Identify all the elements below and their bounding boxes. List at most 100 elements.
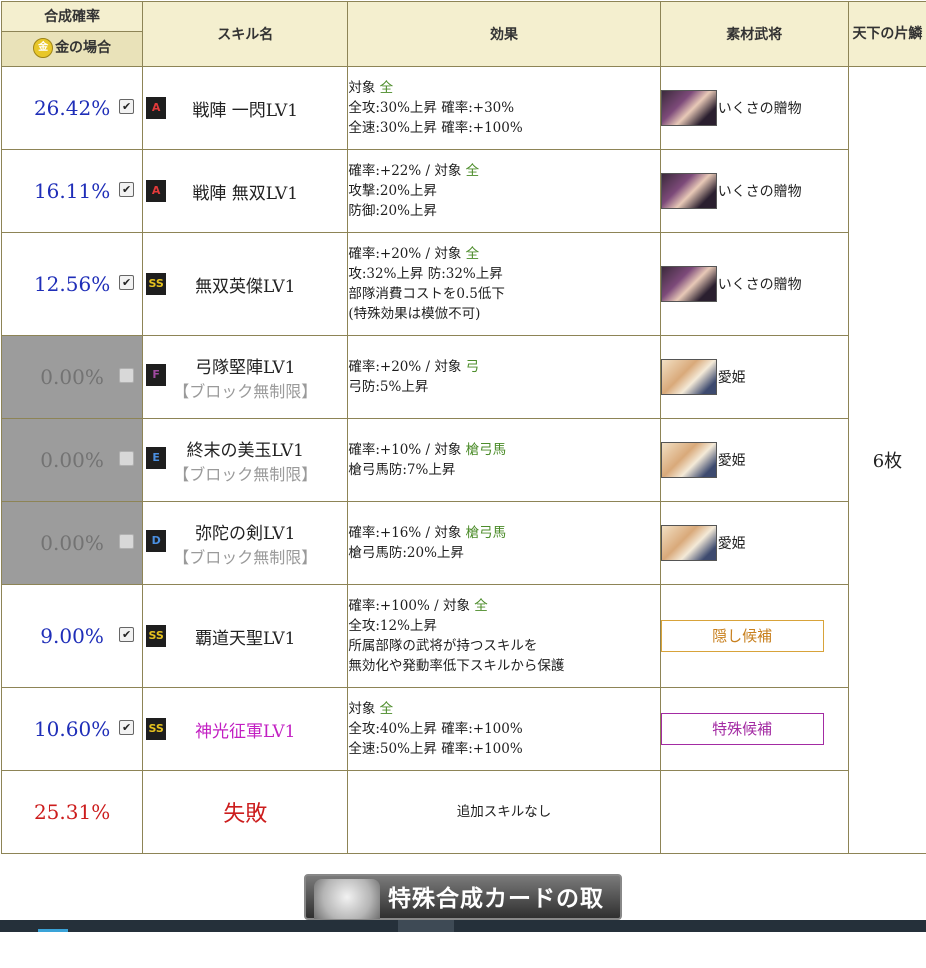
rate-cell: 25.31% <box>2 771 143 854</box>
effect-line: 部隊消費コストを0.5低下 <box>348 284 659 304</box>
effect-none: 追加スキルなし <box>348 802 659 822</box>
effect-text: 対象 <box>348 80 379 96</box>
grade-badge-icon: F <box>146 364 166 386</box>
general-portrait[interactable] <box>661 173 717 209</box>
rate-value: 0.00% <box>40 448 104 472</box>
material-cell <box>660 771 848 854</box>
table-row: 12.56%✔SS無双英傑LV1確率:+20% / 対象 全攻:32%上昇 防:… <box>2 233 926 336</box>
effect-line: 槍弓馬防:7%上昇 <box>348 460 659 480</box>
effect-target: 槍弓馬 <box>466 442 507 458</box>
table-row: 25.31%失敗追加スキルなし <box>2 771 926 854</box>
material-cell: いくさの贈物 <box>660 67 848 150</box>
general-portrait[interactable] <box>661 359 717 395</box>
effect-cell: 対象 全全攻:40%上昇 確率:+100%全速:50%上昇 確率:+100% <box>348 688 660 771</box>
material-name: 愛姫 <box>718 536 746 552</box>
rate-cell: 10.60%✔ <box>2 688 143 771</box>
effect-line: 槍弓馬防:20%上昇 <box>348 543 659 563</box>
grade-badge-icon: A <box>146 97 166 119</box>
rate-value: 12.56% <box>34 272 110 296</box>
effect-text: 確率:+20% / 対象 <box>348 246 465 262</box>
rate-cell: 0.00% <box>2 336 143 419</box>
rate-value: 0.00% <box>40 531 104 555</box>
tenka-header: 天下の片鱗 <box>848 2 926 67</box>
hidden-candidate-button[interactable]: 隠し候補 <box>661 620 824 652</box>
effect-line: 対象 全 <box>348 78 659 98</box>
table-row: 9.00%✔SS覇道天聖LV1確率:+100% / 対象 全全攻:12%上昇所属… <box>2 585 926 688</box>
skill-checkbox[interactable]: ✔ <box>119 99 134 114</box>
material-cell: 愛姫 <box>660 502 848 585</box>
effect-text: 攻撃:20%上昇 <box>348 183 437 199</box>
effect-cell: 確率:+16% / 対象 槍弓馬槍弓馬防:20%上昇 <box>348 502 660 585</box>
effect-line: 全速:30%上昇 確率:+100% <box>348 118 659 138</box>
general-portrait[interactable] <box>661 90 717 126</box>
skill-cell: D弥陀の剣LV1【ブロック無制限】 <box>143 502 348 585</box>
table-row: 0.00%E終末の美玉LV1【ブロック無制限】確率:+10% / 対象 槍弓馬槍… <box>2 419 926 502</box>
skill-name: 弓隊堅陣LV1 <box>143 353 347 378</box>
effect-text: 対象 <box>348 701 379 717</box>
skill-name: 神光征軍LV1 <box>143 717 347 742</box>
effect-line: 全攻:40%上昇 確率:+100% <box>348 719 659 739</box>
table-row: 10.60%✔SS神光征軍LV1対象 全全攻:40%上昇 確率:+100%全速:… <box>2 688 926 771</box>
effect-text: 槍弓馬防:7%上昇 <box>348 462 455 478</box>
effect-line: 攻:32%上昇 防:32%上昇 <box>348 264 659 284</box>
skill-cell: F弓隊堅陣LV1【ブロック無制限】 <box>143 336 348 419</box>
skill-checkbox[interactable] <box>119 368 134 383</box>
gold-header-label: 金の場合 <box>55 40 111 56</box>
effect-text: (特殊効果は模倣不可) <box>348 306 480 322</box>
material-name: いくさの贈物 <box>718 277 802 293</box>
effect-text: 攻:32%上昇 防:32%上昇 <box>348 266 502 282</box>
skill-checkbox[interactable]: ✔ <box>119 627 134 642</box>
material-cell: 愛姫 <box>660 419 848 502</box>
rate-header: 合成確率 金金の場合 <box>2 2 143 67</box>
table-row: 16.11% ✔ A戦陣 無双LV1確率:+22% / 対象 全攻撃:20%上昇防御… <box>2 150 926 233</box>
character-face-icon <box>314 879 380 919</box>
effect-line: (特殊効果は模倣不可) <box>348 304 659 324</box>
rate-value: 26.42% <box>34 96 110 120</box>
effect-cell: 確率:+10% / 対象 槍弓馬槍弓馬防:7%上昇 <box>348 419 660 502</box>
skill-name: 戦陣 無双LV1 <box>143 179 347 204</box>
skill-checkbox[interactable]: ✔ <box>119 275 134 290</box>
effect-line: 確率:+100% / 対象 全 <box>348 596 659 616</box>
effect-text: 槍弓馬防:20%上昇 <box>348 545 464 561</box>
effect-line: 対象 全 <box>348 699 659 719</box>
skill-cell: 失敗 <box>143 771 348 854</box>
skill-header: スキル名 <box>143 2 348 67</box>
effect-line: 確率:+22% / 対象 全 <box>348 161 659 181</box>
gold-header: 金金の場合 <box>2 32 142 66</box>
cancel-special-card-button[interactable]: 特殊合成カードの取消 <box>304 874 622 920</box>
block-unlimited-label: 【ブロック無制限】 <box>143 461 347 485</box>
effect-line: 弓防:5%上昇 <box>348 377 659 397</box>
skill-checkbox[interactable]: ✔ <box>119 182 134 197</box>
effect-target: 全 <box>380 80 394 96</box>
table-row: 0.00% D弥陀の剣LV1【ブロック無制限】確率:+16% / 対象 槍弓馬槍弓… <box>2 502 926 585</box>
effect-target: 弓 <box>466 359 480 375</box>
effect-line: 防御:20%上昇 <box>348 201 659 221</box>
material-cell: 隠し候補 <box>660 585 848 688</box>
effect-text: 全速:30%上昇 確率:+100% <box>348 120 522 136</box>
effect-text: 確率:+16% / 対象 <box>348 525 465 541</box>
effect-text: 確率:+22% / 対象 <box>348 163 465 179</box>
rate-cell: 0.00% <box>2 419 143 502</box>
effect-text: 全攻:40%上昇 確率:+100% <box>348 721 522 737</box>
effect-line: 無効化や発動率低下スキルから保護 <box>348 656 659 676</box>
effect-cell: 確率:+20% / 対象 全攻:32%上昇 防:32%上昇部隊消費コストを0.5… <box>348 233 660 336</box>
general-portrait[interactable] <box>661 525 717 561</box>
effect-line: 確率:+20% / 対象 全 <box>348 244 659 264</box>
effect-line: 全攻:12%上昇 <box>348 616 659 636</box>
gold-coin-icon: 金 <box>33 38 53 58</box>
skill-cell: A戦陣 無双LV1 <box>143 150 348 233</box>
effect-line: 確率:+20% / 対象 弓 <box>348 357 659 377</box>
skill-checkbox[interactable] <box>119 534 134 549</box>
rate-value: 16.11% <box>34 179 110 203</box>
taskbar-item[interactable] <box>398 920 454 932</box>
skill-name: 無双英傑LV1 <box>143 272 347 297</box>
skill-checkbox[interactable]: ✔ <box>119 720 134 735</box>
grade-badge-icon: SS <box>146 718 166 740</box>
general-portrait[interactable] <box>661 266 717 302</box>
general-portrait[interactable] <box>661 442 717 478</box>
skill-cell: SS神光征軍LV1 <box>143 688 348 771</box>
rate-value: 0.00% <box>40 365 104 389</box>
skill-checkbox[interactable] <box>119 451 134 466</box>
effect-target: 全 <box>466 163 480 179</box>
special-candidate-button[interactable]: 特殊候補 <box>661 713 824 745</box>
